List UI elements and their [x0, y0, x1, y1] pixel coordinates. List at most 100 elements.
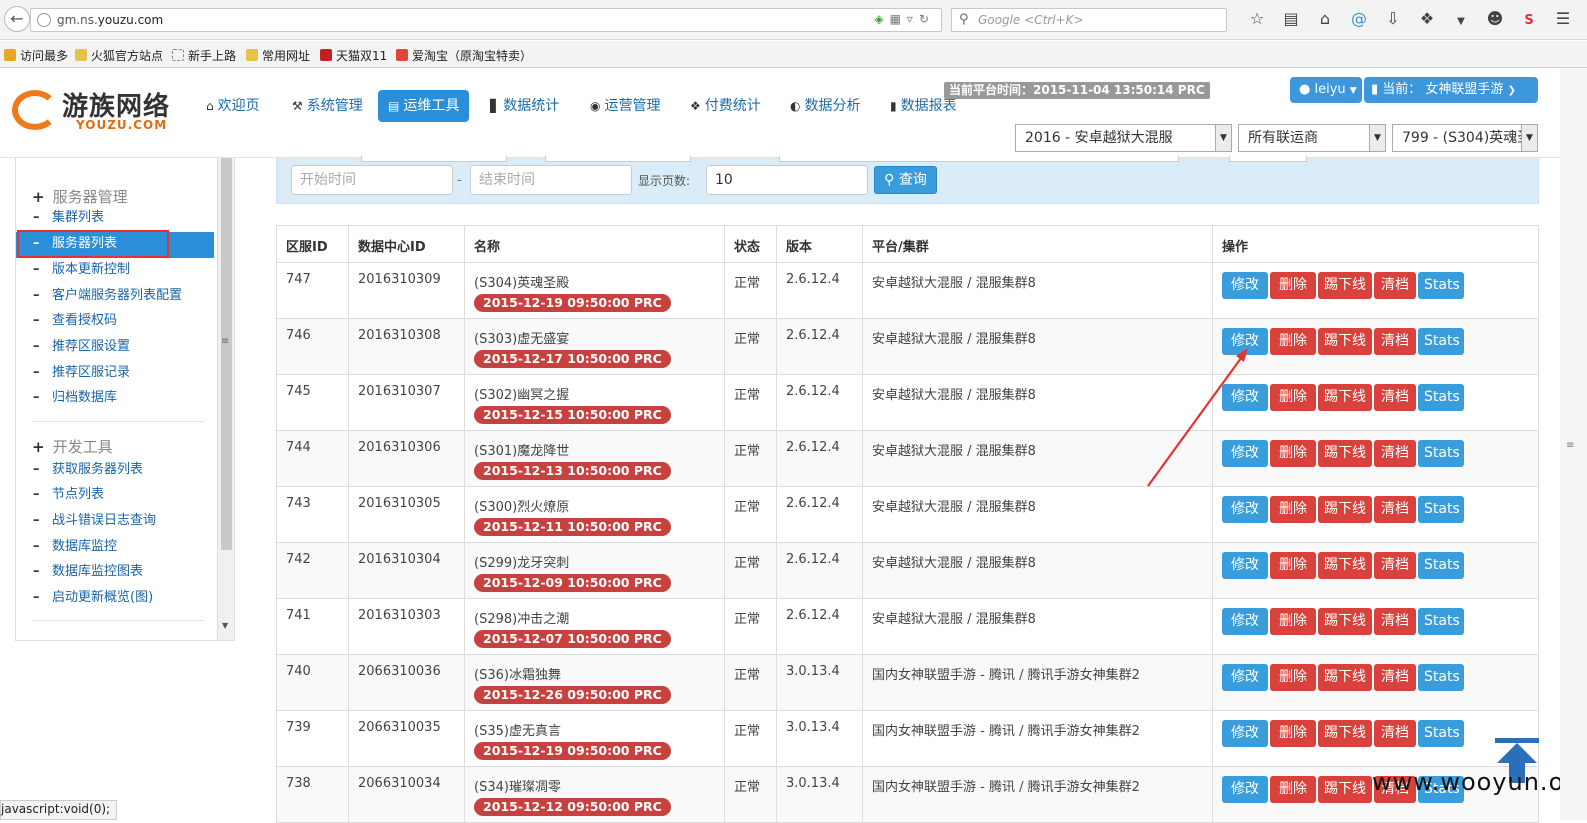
user-menu-button[interactable]: ● leiyu ▼ — [1290, 77, 1362, 103]
filter-select-stub[interactable] — [545, 156, 691, 162]
delete-button[interactable]: 删除 — [1270, 608, 1316, 635]
sidebar-item-db-monitor[interactable]: – 数据库监控 — [16, 535, 214, 561]
edit-button[interactable]: 修改 — [1222, 272, 1268, 299]
sidebar-item-startup-overview[interactable]: – 启动更新概览(图) — [16, 586, 214, 612]
sidebar-group-dev-tools[interactable]: + 开发工具 — [32, 436, 113, 457]
operator-select[interactable]: 所有联运商 ▼ — [1238, 124, 1386, 152]
kick-offline-button[interactable]: 踢下线 — [1318, 384, 1372, 411]
bookmark-item[interactable]: 火狐官方站点 — [75, 47, 163, 64]
col-header-dc-id[interactable]: 数据中心ID — [348, 225, 465, 263]
reader-icon[interactable]: ▤ — [1274, 9, 1308, 28]
logo[interactable]: 游族网络 YOUZU.COM — [12, 86, 182, 134]
query-button[interactable]: ⚲ 查询 — [874, 166, 937, 194]
filter-select-stub[interactable] — [1229, 156, 1307, 162]
clear-data-button[interactable]: 清档 — [1374, 272, 1416, 299]
col-header-status[interactable]: 状态 — [724, 225, 777, 263]
delete-button[interactable]: 删除 — [1270, 776, 1316, 803]
sidebar-item-db-monitor-chart[interactable]: – 数据库监控图表 — [16, 560, 214, 586]
bookmark-item[interactable]: 访问最多 — [4, 47, 68, 64]
nav-analysis[interactable]: ◐ 数据分析 — [780, 90, 870, 122]
end-time-input[interactable]: 结束时间 — [470, 165, 632, 195]
download-icon[interactable]: ⇩ — [1376, 9, 1410, 28]
clear-data-button[interactable]: 清档 — [1374, 720, 1416, 747]
start-time-input[interactable]: 开始时间 — [291, 165, 453, 195]
stats-button[interactable]: Stats — [1418, 608, 1464, 635]
clear-data-button[interactable]: 清档 — [1374, 664, 1416, 691]
sidebar-scrollbar[interactable]: ≡ ▼ — [217, 158, 234, 640]
delete-button[interactable]: 删除 — [1270, 328, 1316, 355]
sidebar-item-recommend-records[interactable]: – 推荐区服记录 — [16, 361, 214, 387]
nav-ops-tools[interactable]: ▤ 运维工具 — [378, 90, 470, 122]
edit-button[interactable]: 修改 — [1222, 776, 1268, 803]
nav-system[interactable]: ⚒ 系统管理 — [282, 90, 373, 122]
addon-icon[interactable]: ❖ — [1410, 9, 1444, 28]
edit-button[interactable]: 修改 — [1222, 720, 1268, 747]
nav-welcome[interactable]: ⌂ 欢迎页 — [196, 90, 270, 122]
bookmark-item[interactable]: 常用网址 — [246, 47, 310, 64]
star-icon[interactable]: ☆ — [1240, 9, 1274, 28]
sidebar-item-battle-error-log[interactable]: – 战斗错误日志查询 — [16, 509, 214, 535]
server-select[interactable]: 799 - (S304)英魂圣殿 ▼ — [1392, 124, 1538, 152]
stats-button[interactable]: Stats — [1418, 720, 1464, 747]
stats-button[interactable]: Stats — [1418, 384, 1464, 411]
scroll-down-icon[interactable]: ▼ — [222, 621, 228, 630]
sidebar-item-client-server-config[interactable]: – 客户端服务器列表配置 — [16, 284, 214, 310]
stats-button[interactable]: Stats — [1418, 496, 1464, 523]
bookmark-item[interactable]: 新手上路 — [172, 47, 236, 64]
stats-button[interactable]: Stats — [1418, 552, 1464, 579]
sidebar-item-cluster-list[interactable]: – 集群列表 — [16, 206, 214, 232]
sidebar-item-recommend-settings[interactable]: – 推荐区服设置 — [16, 335, 214, 361]
filter-select-stub[interactable] — [361, 156, 507, 162]
kick-offline-button[interactable]: 踢下线 — [1318, 720, 1372, 747]
page-size-input[interactable]: 10 — [706, 165, 868, 195]
clear-data-button[interactable]: 清档 — [1374, 608, 1416, 635]
hamburger-icon[interactable]: ☰ — [1546, 9, 1580, 28]
bookmark-item[interactable]: 天猫双11 — [320, 47, 387, 64]
sidebar-group-server-mgmt[interactable]: + 服务器管理 — [32, 186, 128, 207]
sidebar-item-version-control[interactable]: – 版本更新控制 — [16, 258, 214, 284]
col-header-version[interactable]: 版本 — [776, 225, 863, 263]
delete-button[interactable]: 删除 — [1270, 496, 1316, 523]
sidebar-scrollbar-thumb[interactable] — [221, 158, 232, 550]
bookmark-item[interactable]: 爱淘宝（原淘宝特卖） — [396, 47, 532, 64]
kick-offline-button[interactable]: 踢下线 — [1318, 272, 1372, 299]
back-button[interactable]: ← — [4, 6, 30, 32]
edit-button[interactable]: 修改 — [1222, 664, 1268, 691]
at-icon[interactable]: @ — [1342, 9, 1376, 28]
col-header-name[interactable]: 名称 — [464, 225, 725, 263]
clear-data-button[interactable]: 清档 — [1374, 384, 1416, 411]
sidebar-item-archive-db[interactable]: – 归档数据库 — [16, 386, 214, 412]
home-icon[interactable]: ⌂ — [1308, 9, 1342, 28]
kick-offline-button[interactable]: 踢下线 — [1318, 664, 1372, 691]
sidebar-item-node-list[interactable]: – 节点列表 — [16, 483, 214, 509]
browser-search[interactable]: ⚲ Google <Ctrl+K> — [951, 8, 1227, 32]
delete-button[interactable]: 删除 — [1270, 664, 1316, 691]
url-bar[interactable]: gm.ns.youzu.com ◈▦▿↻ — [30, 8, 942, 32]
delete-button[interactable]: 删除 — [1270, 440, 1316, 467]
kick-offline-button[interactable]: 踢下线 — [1318, 496, 1372, 523]
sidebar-item-get-server-list[interactable]: – 获取服务器列表 — [16, 458, 214, 484]
col-header-platform[interactable]: 平台/集群 — [862, 225, 1213, 263]
nav-payment[interactable]: ❖ 付费统计 — [680, 90, 771, 122]
current-game-button[interactable]: ▮ 当前： 女神联盟手游 ❯ — [1364, 77, 1538, 103]
kick-offline-button[interactable]: 踢下线 — [1318, 552, 1372, 579]
clear-data-button[interactable]: 清档 — [1374, 440, 1416, 467]
delete-button[interactable]: 删除 — [1270, 272, 1316, 299]
kick-offline-button[interactable]: 踢下线 — [1318, 440, 1372, 467]
col-header-zone-id[interactable]: 区服ID — [276, 225, 349, 263]
sidebar-item-auth-code[interactable]: – 查看授权码 — [16, 309, 214, 335]
nav-operations[interactable]: ◉ 运营管理 — [580, 90, 670, 122]
clear-data-button[interactable]: 清档 — [1374, 328, 1416, 355]
menu-icon[interactable]: ▼ — [1444, 16, 1478, 27]
stats-button[interactable]: Stats — [1418, 272, 1464, 299]
delete-button[interactable]: 删除 — [1270, 384, 1316, 411]
delete-button[interactable]: 删除 — [1270, 552, 1316, 579]
delete-button[interactable]: 删除 — [1270, 720, 1316, 747]
stats-button[interactable]: Stats — [1418, 664, 1464, 691]
clear-data-button[interactable]: 清档 — [1374, 552, 1416, 579]
url-actions[interactable]: ◈▦▿↻ — [874, 12, 935, 26]
filter-input-stub[interactable] — [779, 156, 1179, 162]
edit-button[interactable]: 修改 — [1222, 552, 1268, 579]
kick-offline-button[interactable]: 踢下线 — [1318, 328, 1372, 355]
kick-offline-button[interactable]: 踢下线 — [1318, 776, 1372, 803]
